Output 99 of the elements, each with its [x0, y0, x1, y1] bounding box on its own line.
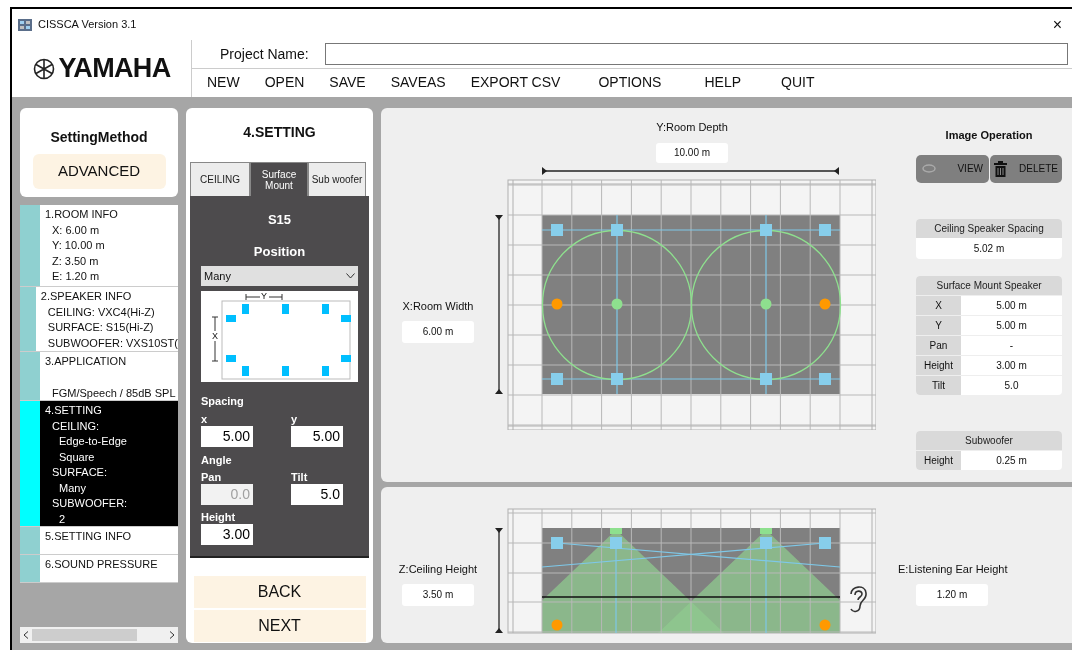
- menu-item[interactable]: NEW: [207, 72, 240, 93]
- number-field[interactable]: 5.00: [201, 425, 253, 447]
- table-row-label: Height: [916, 450, 961, 470]
- table-cell-text: 5.00 m: [995, 318, 1028, 333]
- number-field[interactable]: 5.00: [291, 425, 343, 447]
- step-detail: SUBWOOFER:: [52, 496, 129, 511]
- ear-height-label: E:Listening Ear Height: [898, 562, 1009, 577]
- angle-label: Angle: [201, 452, 233, 468]
- menu-item[interactable]: EXPORT CSV: [470, 72, 561, 93]
- card-title: 4.SETTING: [243, 123, 316, 142]
- step-title: 5.SETTING INFO: [45, 529, 133, 544]
- step-title: 1.ROOM INFO: [45, 207, 119, 222]
- close-button[interactable]: ×: [1048, 16, 1066, 33]
- x-axis-label: X: [212, 331, 218, 342]
- table-cell-text: -: [1008, 338, 1015, 353]
- step-title: 3.APPLICATION: [45, 354, 128, 369]
- step-title: 4.SETTING: [45, 403, 103, 418]
- room-width-value: 6.00 m: [402, 320, 474, 343]
- step-panel[interactable]: 5.SETTING INFO: [40, 527, 178, 554]
- menu-item[interactable]: HELP: [704, 72, 741, 93]
- x-dimension-icon: [211, 316, 219, 362]
- table-row-label: Y: [916, 315, 961, 335]
- menu-item[interactable]: QUIT: [781, 72, 815, 93]
- project-name-field[interactable]: [324, 43, 1068, 65]
- table-cell-text: 0.25 m: [995, 453, 1028, 468]
- nav-button[interactable]: NEXT: [193, 610, 366, 642]
- step-detail: SUBWOOFER: VXS10ST(: [47, 335, 178, 351]
- menu-item[interactable]: SAVE: [329, 72, 366, 93]
- table-cell-text: 5.00 m: [995, 298, 1028, 313]
- step-detail: CEILING: VXC4(Hi-Z): [47, 304, 156, 320]
- step-detail: SURFACE: S15(Hi-Z): [47, 320, 155, 335]
- step-panel[interactable]: 3.APPLICATION FGM/Speech / 85dB SPL: [40, 352, 178, 400]
- tab[interactable]: CEILING: [190, 162, 250, 196]
- room-depth-value: 10.00 m: [656, 142, 728, 163]
- position-dropdown[interactable]: Many: [201, 266, 358, 286]
- step-detail: 2: [58, 511, 67, 527]
- step-detail: X: 6.00 m: [52, 222, 101, 238]
- speaker-model: S15: [267, 211, 292, 229]
- number-field[interactable]: 3.00: [201, 524, 253, 545]
- project-name-label: Project Name:: [220, 44, 309, 64]
- field-label: Pan: [201, 470, 223, 484]
- nav-button[interactable]: BACK: [193, 576, 366, 608]
- tab[interactable]: Surface Mount: [250, 162, 308, 196]
- table-row-label: X: [916, 295, 961, 315]
- step-detail: SURFACE:: [52, 465, 108, 480]
- step-detail: E: 1.20 m: [52, 269, 101, 284]
- step-detail: Z: 3.50 m: [52, 253, 100, 269]
- step-detail: Y: 10.00 m: [52, 238, 106, 253]
- ear-height-value: 1.20 m: [916, 583, 988, 606]
- chevron-down-icon: [346, 273, 355, 279]
- step-detail: Many: [58, 480, 87, 496]
- table-row-label: Pan: [916, 335, 961, 355]
- step-panel[interactable]: 1.ROOM INFO X: 6.00 m Y: 10.00 m Z: 3.50 m E: 1.20 m: [40, 205, 178, 286]
- table-header: Subwoofer: [916, 430, 1062, 450]
- room-depth-label: Y:Room Depth: [656, 120, 728, 135]
- table-cell-text: 3.00 m: [995, 358, 1028, 373]
- field-label: Height: [201, 510, 237, 524]
- card-title: SettingMethod: [50, 128, 148, 147]
- menu-item[interactable]: SAVEAS: [390, 72, 446, 93]
- step-panel[interactable]: 4.SETTING CEILING: Edge-to-Edge Square SURFACE: Many SUBWOOFER: 2: [40, 401, 178, 526]
- step-detail: Square: [58, 449, 96, 465]
- y-axis-label: Y: [261, 291, 267, 302]
- step-panel[interactable]: 6.SOUND PRESSURE: [40, 555, 178, 582]
- table-cell-text: 5.0: [1003, 378, 1020, 393]
- step-title: 2.SPEAKER INFO: [40, 289, 133, 304]
- step-panel[interactable]: 2.SPEAKER INFO CEILING: VXC4(Hi-Z) SURFACE: S15(Hi-Z) SUBWOOFER: VXS10ST(: [35, 287, 178, 351]
- ceiling-height-value: 3.50 m: [402, 583, 474, 606]
- menu-item[interactable]: OPEN: [264, 72, 305, 93]
- horizontal-scrollbar[interactable]: [20, 627, 178, 643]
- trash-icon: [994, 160, 1007, 177]
- y-dimension-icon: [245, 293, 283, 301]
- brand-logo: YAMAHA: [58, 52, 171, 86]
- table-row-label: Tilt: [916, 375, 961, 395]
- field-label: y: [291, 411, 299, 426]
- menu-item[interactable]: OPTIONS: [598, 72, 662, 93]
- table-cell-text: 5.02 m: [972, 241, 1006, 256]
- app-icon: [18, 18, 32, 31]
- view-button[interactable]: VIEW: [916, 154, 989, 183]
- table-header: Ceiling Speaker Spacing: [916, 218, 1062, 238]
- field-label: Tilt: [291, 470, 309, 484]
- scrollbar-thumb[interactable]: [32, 629, 137, 641]
- image-operation-title: Image Operation: [945, 128, 1033, 143]
- ceiling-height-label: Z:Ceiling Height: [398, 562, 478, 577]
- table-row-label: Height: [916, 355, 961, 375]
- field-label: x: [201, 411, 209, 426]
- step-detail: FGM/Speech / 85dB SPL: [52, 385, 177, 401]
- delete-button[interactable]: DELETE: [990, 154, 1062, 183]
- position-label: Position: [253, 242, 306, 261]
- spacing-label: Spacing: [201, 394, 245, 409]
- step-detail: Edge-to-Edge: [58, 434, 128, 449]
- setting-method-value: ADVANCED: [32, 154, 166, 189]
- eye-icon: [922, 164, 936, 173]
- room-width-label: X:Room Width: [402, 299, 474, 314]
- window-title: CISSCA Version 3.1: [38, 17, 137, 33]
- table-header: Surface Mount Speaker: [916, 275, 1062, 295]
- number-field[interactable]: 5.0: [291, 484, 343, 505]
- step-detail: CEILING:: [52, 418, 101, 434]
- step-title: 6.SOUND PRESSURE: [45, 557, 159, 572]
- tab[interactable]: Sub woofer: [308, 162, 366, 196]
